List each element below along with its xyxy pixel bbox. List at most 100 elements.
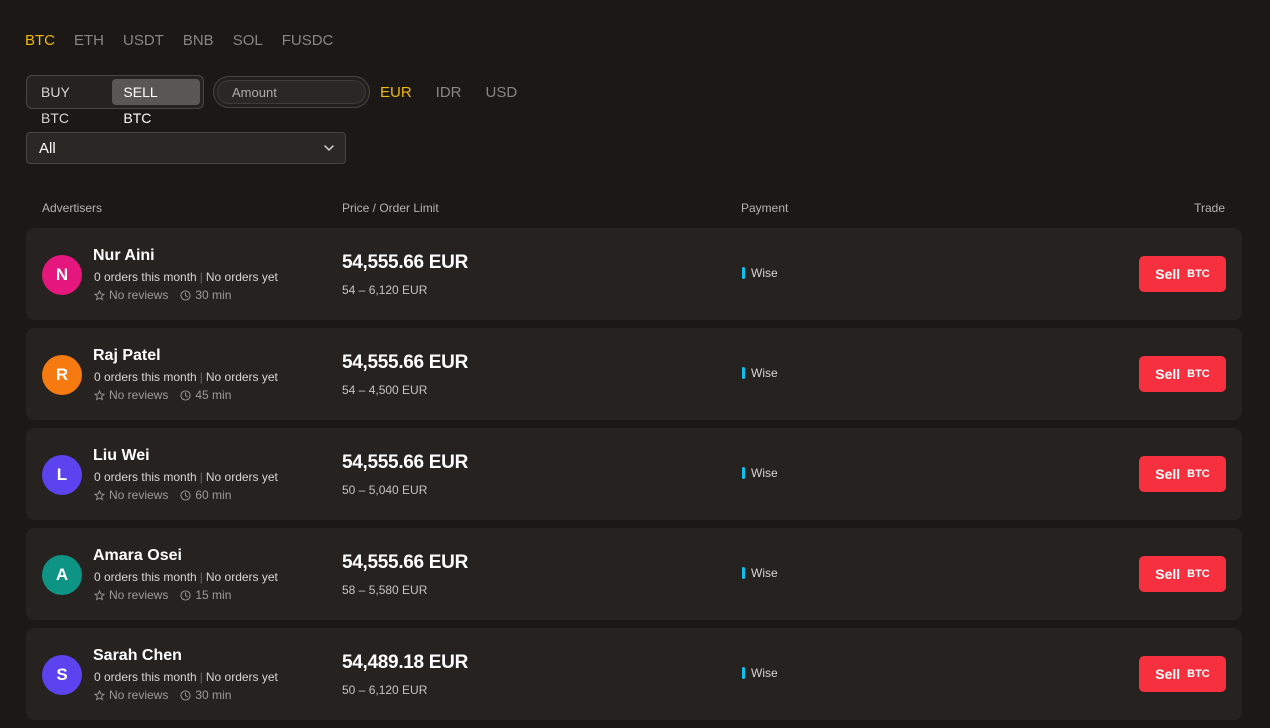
advertiser-stats: 0 orders this month | No orders yet <box>94 470 278 484</box>
payment-label: Wise <box>751 366 778 380</box>
advertiser-name[interactable]: Raj Patel <box>93 347 161 365</box>
payment-time: 30 min <box>195 688 232 702</box>
coin-tab-eth[interactable]: ETH <box>74 32 104 50</box>
payment-label: Wise <box>751 566 778 580</box>
completion-rate: No orders yet <box>205 570 278 584</box>
advertiser-name[interactable]: Sarah Chen <box>93 647 182 665</box>
reviews-text: No reviews <box>109 388 169 402</box>
payment-indicator <box>742 567 745 579</box>
payment-time: 30 min <box>195 288 232 302</box>
advertiser-meta: No reviews 15 min <box>94 588 231 602</box>
orders-count: 0 orders this month <box>94 670 197 684</box>
fiat-tab-eur[interactable]: EUR <box>380 84 412 101</box>
orders-count: 0 orders this month <box>94 270 197 284</box>
advertiser-name[interactable]: Amara Osei <box>93 547 182 565</box>
sell-button-coin: BTC <box>1187 368 1210 380</box>
offer-row: L Liu Wei 0 orders this month | No orders … <box>26 428 1242 520</box>
sell-button[interactable]: Sell BTC <box>1139 456 1226 492</box>
coin-tab-bnb[interactable]: BNB <box>183 32 214 50</box>
clock-icon <box>180 289 191 301</box>
clock-icon <box>180 689 191 701</box>
offer-price: 54,555.66 EUR <box>342 552 469 573</box>
advertiser-name[interactable]: Nur Aini <box>93 247 155 265</box>
completion-rate: No orders yet <box>205 370 278 384</box>
sell-button[interactable]: Sell BTC <box>1139 356 1226 392</box>
star-outline-icon <box>94 489 105 501</box>
reviews-text: No reviews <box>109 488 169 502</box>
payment-indicator <box>742 267 745 279</box>
sell-button-coin: BTC <box>1187 268 1210 280</box>
payment-method: Wise <box>742 266 778 280</box>
orders-count: 0 orders this month <box>94 570 197 584</box>
stats-divider: | <box>199 270 203 284</box>
reviews-text: No reviews <box>109 288 169 302</box>
reviews-text: No reviews <box>109 688 169 702</box>
payment-time: 60 min <box>195 488 232 502</box>
sell-toggle-button[interactable]: SELL BTC <box>112 79 200 126</box>
payment-time: 45 min <box>195 388 232 402</box>
payment-method: Wise <box>742 566 778 580</box>
clock-icon <box>180 589 191 601</box>
offer-price: 54,555.66 EUR <box>342 452 469 473</box>
side-toggle: BUY BTC SELL BTC <box>26 75 204 126</box>
advertiser-stats: 0 orders this month | No orders yet <box>94 570 278 584</box>
sell-button-coin: BTC <box>1187 568 1210 580</box>
advertiser-meta: No reviews 30 min <box>94 688 231 702</box>
header-advertisers: Advertisers <box>42 201 103 215</box>
header-price: Price / Order Limit <box>342 201 439 215</box>
fiat-tab-idr[interactable]: IDR <box>436 84 462 101</box>
orders-count: 0 orders this month <box>94 370 197 384</box>
payment-filter-select[interactable]: All <box>26 132 346 164</box>
sell-button-coin: BTC <box>1187 468 1210 480</box>
order-limit: 50 – 6,120 EUR <box>342 683 428 697</box>
order-limit: 58 – 5,580 EUR <box>342 583 428 597</box>
payment-time: 15 min <box>195 588 232 602</box>
amount-field-wrapper <box>213 76 370 108</box>
sell-button-label: Sell <box>1155 566 1181 582</box>
clock-icon <box>180 489 191 501</box>
avatar: A <box>42 555 82 595</box>
payment-indicator <box>742 467 745 479</box>
sell-button-coin: BTC <box>1187 668 1210 680</box>
sell-button[interactable]: Sell BTC <box>1139 656 1226 692</box>
advertiser-stats: 0 orders this month | No orders yet <box>94 670 278 684</box>
offer-row: S Sarah Chen 0 orders this month | No orde… <box>26 628 1242 720</box>
trade-controls: BUY BTC SELL BTC EUR IDR USD <box>26 75 531 126</box>
order-limit: 50 – 5,040 EUR <box>342 483 428 497</box>
avatar: L <box>42 455 82 495</box>
sell-button-label: Sell <box>1155 366 1181 382</box>
offer-row: A Amara Osei 0 orders this month | No orde… <box>26 528 1242 620</box>
coin-tab-fusdc[interactable]: FUSDC <box>282 32 334 50</box>
payment-indicator <box>742 667 745 679</box>
payment-indicator <box>742 367 745 379</box>
advertiser-meta: No reviews 30 min <box>94 288 231 302</box>
sell-button[interactable]: Sell BTC <box>1139 556 1226 592</box>
coin-tab-sol[interactable]: SOL <box>233 32 263 50</box>
avatar: R <box>42 355 82 395</box>
orders-count: 0 orders this month <box>94 470 197 484</box>
sell-button-label: Sell <box>1155 666 1181 682</box>
coin-tab-usdt[interactable]: USDT <box>123 32 164 50</box>
stats-divider: | <box>199 570 203 584</box>
reviews-text: No reviews <box>109 588 169 602</box>
buy-button[interactable]: BUY BTC <box>30 79 112 126</box>
payment-label: Wise <box>751 466 778 480</box>
avatar: S <box>42 655 82 695</box>
payment-method: Wise <box>742 666 778 680</box>
offer-price: 54,555.66 EUR <box>342 252 469 273</box>
sell-button[interactable]: Sell BTC <box>1139 256 1226 292</box>
avatar: N <box>42 255 82 295</box>
offer-row: N Nur Aini 0 orders this month | No orders… <box>26 228 1242 320</box>
stats-divider: | <box>199 470 203 484</box>
order-limit: 54 – 6,120 EUR <box>342 283 428 297</box>
advertiser-stats: 0 orders this month | No orders yet <box>94 370 278 384</box>
offer-row: R Raj Patel 0 orders this month | No order… <box>26 328 1242 420</box>
star-outline-icon <box>94 589 105 601</box>
fiat-tab-usd[interactable]: USD <box>486 84 518 101</box>
advertiser-name[interactable]: Liu Wei <box>93 447 150 465</box>
amount-input[interactable] <box>217 80 366 104</box>
coin-tab-btc[interactable]: BTC <box>25 32 55 50</box>
stats-divider: | <box>199 670 203 684</box>
offer-price: 54,489.18 EUR <box>342 652 469 673</box>
payment-label: Wise <box>751 666 778 680</box>
